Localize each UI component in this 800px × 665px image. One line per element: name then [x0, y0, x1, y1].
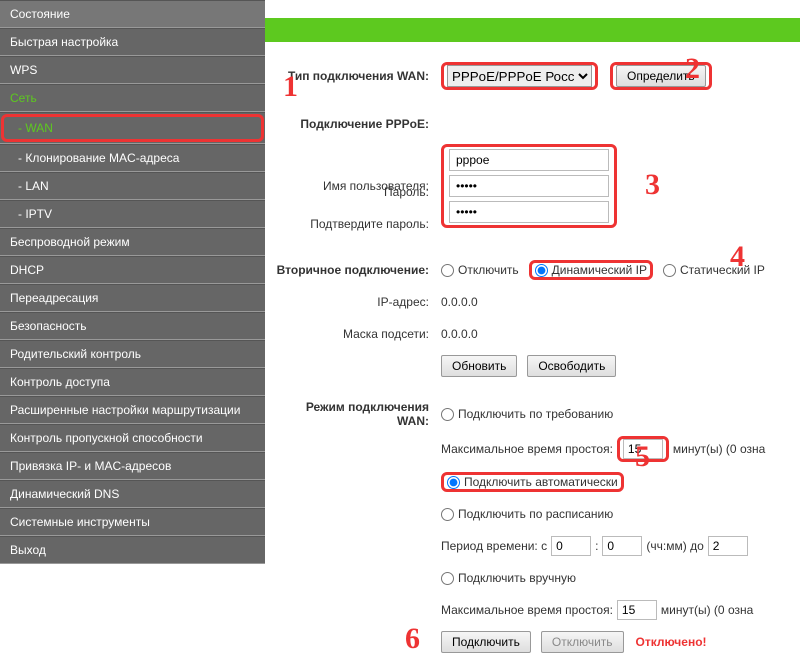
green-divider [265, 18, 800, 42]
sec-disable-text: Отключить [458, 263, 519, 277]
sec-disable-radio[interactable] [441, 264, 454, 277]
mode-demand-text: Подключить по требованию [458, 407, 613, 421]
period-m1-input[interactable] [602, 536, 642, 556]
confirm-input[interactable] [449, 201, 609, 223]
mode-auto-radio[interactable] [447, 476, 460, 489]
mode-schedule-text: Подключить по расписанию [458, 507, 613, 521]
password-input[interactable] [449, 175, 609, 197]
sidebar-item-18[interactable]: Системные инструменты [0, 508, 265, 536]
username-input[interactable] [449, 149, 609, 171]
mask-value: 0.0.0.0 [441, 327, 794, 341]
sidebar-item-4[interactable]: - WAN [1, 114, 264, 142]
sidebar-item-10[interactable]: Переадресация [0, 284, 265, 312]
release-button[interactable]: Освободить [527, 355, 616, 377]
sidebar-item-17[interactable]: Динамический DNS [0, 480, 265, 508]
sidebar-item-5[interactable]: - Клонирование MAC-адреса [0, 144, 265, 172]
sidebar-item-0[interactable]: Состояние [0, 0, 265, 28]
sidebar-item-13[interactable]: Контроль доступа [0, 368, 265, 396]
idle2-unit: минут(ы) (0 озна [661, 603, 753, 617]
period-fmt: (чч:мм) до [646, 539, 703, 553]
idle2-label: Максимальное время простоя: [441, 603, 613, 617]
sec-dynamic-radio[interactable] [535, 264, 548, 277]
mode-label: Режим подключения WAN: [271, 400, 441, 428]
sidebar-item-15[interactable]: Контроль пропускной способности [0, 424, 265, 452]
disconnect-button[interactable]: Отключить [541, 631, 624, 653]
username-label: Имя пользователя: [271, 179, 441, 193]
sidebar-item-19[interactable]: Выход [0, 536, 265, 564]
secondary-label: Вторичное подключение: [271, 263, 441, 277]
wan-type-select[interactable]: PPPoE/PPPoE Россия [447, 65, 592, 87]
mask-label: Маска подсети: [271, 327, 441, 341]
period-h2-input[interactable] [708, 536, 748, 556]
sidebar-item-11[interactable]: Безопасность [0, 312, 265, 340]
sidebar-item-12[interactable]: Родительский контроль [0, 340, 265, 368]
mode-manual-text: Подключить вручную [458, 571, 576, 585]
sidebar-item-8[interactable]: Беспроводной режим [0, 228, 265, 256]
ip-value: 0.0.0.0 [441, 295, 794, 309]
wan-type-label: Тип подключения WAN: [271, 69, 441, 83]
sidebar-item-6[interactable]: - LAN [0, 172, 265, 200]
refresh-button[interactable]: Обновить [441, 355, 517, 377]
sidebar-item-2[interactable]: WPS [0, 56, 265, 84]
connect-button[interactable]: Подключить [441, 631, 531, 653]
idle-label: Максимальное время простоя: [441, 442, 613, 456]
idle2-input[interactable] [617, 600, 657, 620]
main-panel: Тип подключения WAN: PPPoE/PPPoE Россия … [265, 0, 800, 665]
mode-schedule-radio[interactable] [441, 508, 454, 521]
sidebar-item-14[interactable]: Расширенные настройки маршрутизации [0, 396, 265, 424]
sec-static-text: Статический IP [680, 263, 765, 277]
period-label: Период времени: с [441, 539, 547, 553]
sec-dynamic-text: Динамический IP [552, 263, 647, 277]
sidebar-item-1[interactable]: Быстрая настройка [0, 28, 265, 56]
sidebar: СостояниеБыстрая настройкаWPSСеть- WAN- … [0, 0, 265, 665]
status-text: Отключено! [636, 635, 707, 649]
mode-demand-radio[interactable] [441, 408, 454, 421]
sidebar-item-3[interactable]: Сеть [0, 84, 265, 112]
sidebar-item-16[interactable]: Привязка IP- и MAC-адресов [0, 452, 265, 480]
sec-static-radio[interactable] [663, 264, 676, 277]
sidebar-item-7[interactable]: - IPTV [0, 200, 265, 228]
detect-button[interactable]: Определить [616, 65, 706, 87]
idle-unit: минут(ы) (0 озна [673, 442, 765, 456]
idle-input[interactable] [623, 439, 663, 459]
mode-manual-radio[interactable] [441, 572, 454, 585]
ip-label: IP-адрес: [271, 295, 441, 309]
mode-auto-text: Подключить автоматически [464, 475, 618, 489]
period-h1-input[interactable] [551, 536, 591, 556]
sidebar-item-9[interactable]: DHCP [0, 256, 265, 284]
pppoe-header: Подключение PPPoE: [271, 117, 441, 131]
